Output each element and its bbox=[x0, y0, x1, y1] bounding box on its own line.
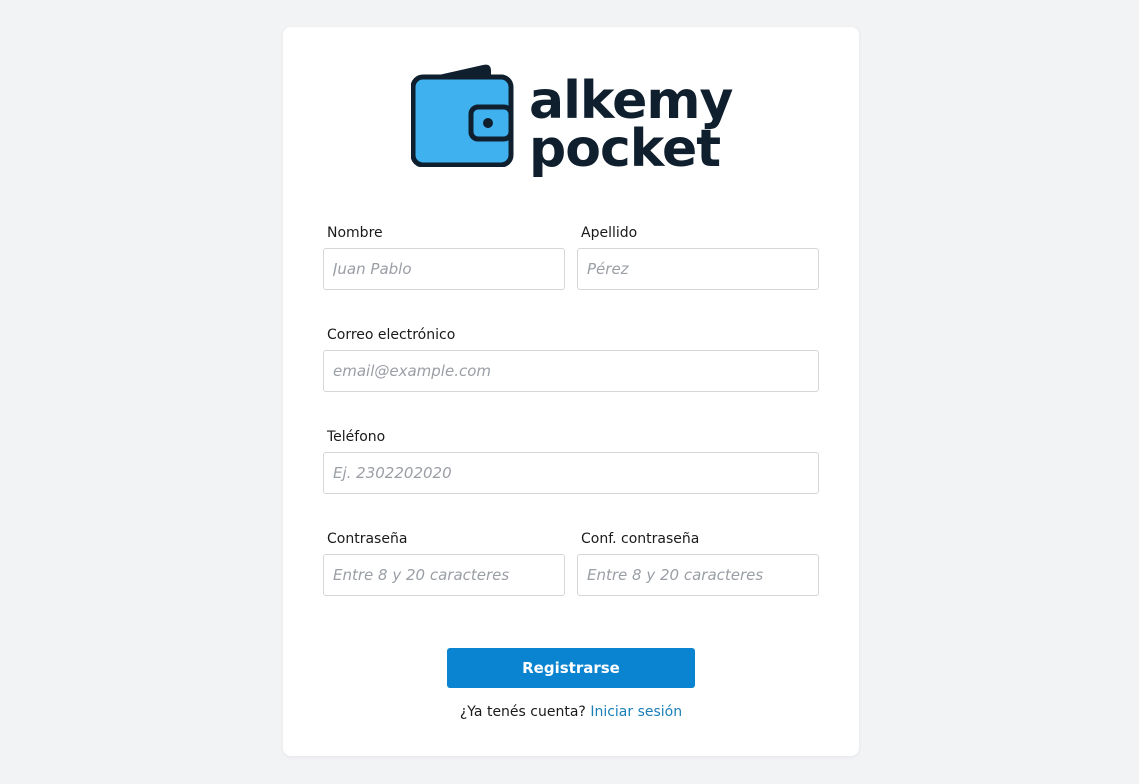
nombre-label: Nombre bbox=[327, 225, 383, 241]
apellido-label: Apellido bbox=[581, 225, 638, 241]
register-card: alkemy pocket Nombre Apellido Correo ele… bbox=[283, 27, 859, 756]
correo-label: Correo electrónico bbox=[327, 327, 456, 343]
password-input[interactable] bbox=[323, 554, 565, 596]
nombre-input[interactable] bbox=[323, 248, 565, 290]
telefono-label: Teléfono bbox=[327, 429, 386, 445]
brand-name-line2: pocket bbox=[529, 119, 721, 179]
login-prompt: ¿Ya tenés cuenta? Iniciar sesión bbox=[283, 704, 859, 720]
register-button[interactable]: Registrarse bbox=[447, 648, 695, 688]
contrasena-label: Contraseña bbox=[327, 531, 408, 547]
conf-contrasena-label: Conf. contraseña bbox=[581, 531, 700, 547]
confirm-password-input[interactable] bbox=[577, 554, 819, 596]
login-question: ¿Ya tenés cuenta? bbox=[459, 704, 586, 720]
login-link[interactable]: Iniciar sesión bbox=[590, 704, 682, 720]
telefono-input[interactable] bbox=[323, 452, 819, 494]
brand-logo: alkemy pocket bbox=[411, 61, 733, 185]
apellido-input[interactable] bbox=[577, 248, 819, 290]
wallet-icon bbox=[411, 64, 514, 167]
email-field[interactable] bbox=[323, 350, 819, 392]
